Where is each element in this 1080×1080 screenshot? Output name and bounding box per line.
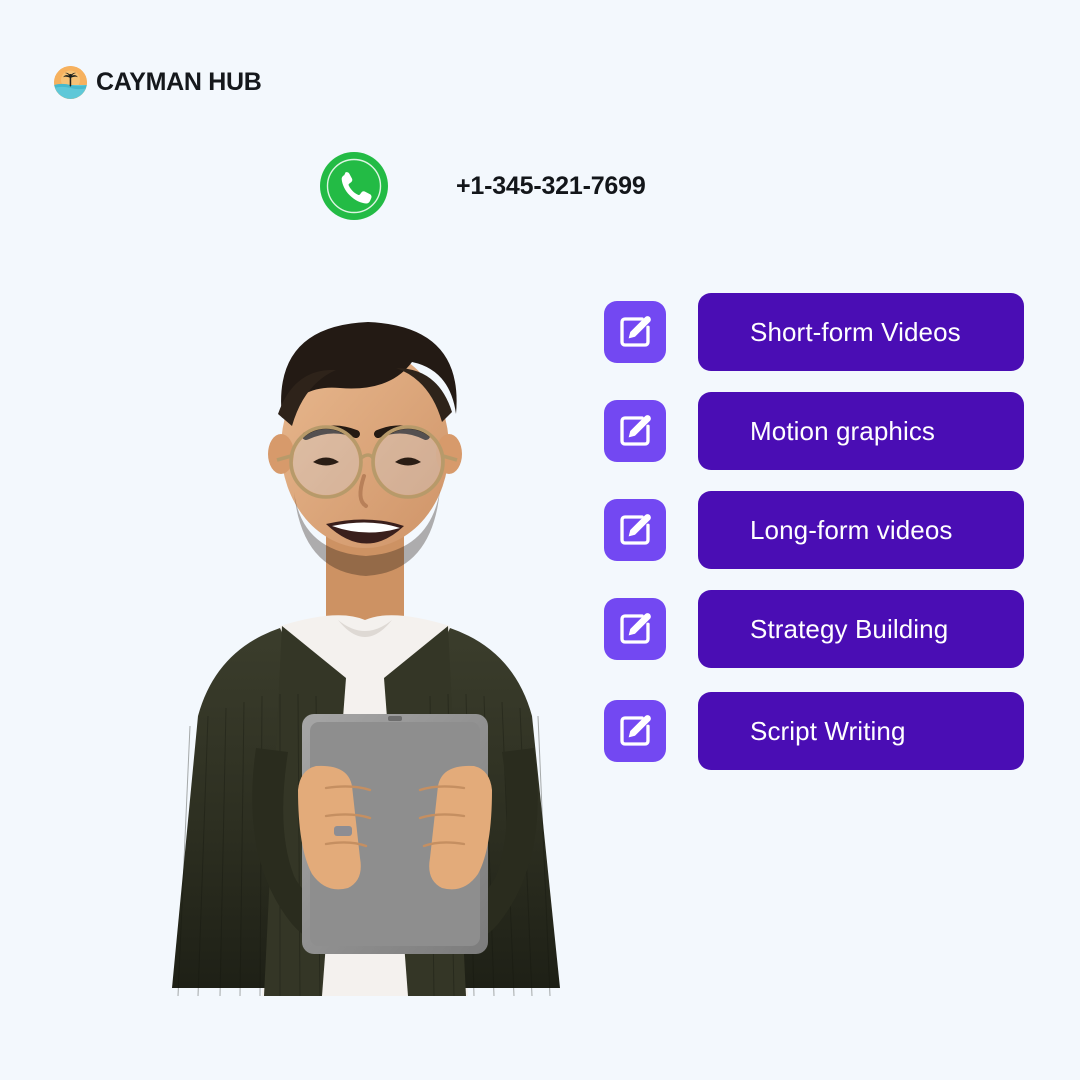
services-list: Short-form Videos Motion graphics Long-f… <box>604 293 1024 791</box>
edit-pencil-square-icon[interactable] <box>604 301 666 363</box>
brand-name-text: CAYMAN HUB <box>96 68 262 96</box>
beach-palm-sunset-circle-icon <box>54 66 87 99</box>
service-row[interactable]: Long-form videos <box>604 491 1024 569</box>
edit-pencil-square-icon[interactable] <box>604 400 666 462</box>
service-pill[interactable]: Short-form Videos <box>698 293 1024 371</box>
service-row[interactable]: Motion graphics <box>604 392 1024 470</box>
edit-pencil-square-icon[interactable] <box>604 499 666 561</box>
poster-canvas: CAYMAN HUB +1-345-321-7699 Short-form Vi… <box>0 0 1080 1080</box>
contact-row[interactable]: +1-345-321-7699 <box>320 152 646 220</box>
service-label: Short-form Videos <box>750 317 961 347</box>
phone-number-text[interactable]: +1-345-321-7699 <box>456 172 646 201</box>
phone-handset-icon[interactable] <box>320 152 388 220</box>
service-row[interactable]: Script Writing <box>604 692 1024 770</box>
edit-pencil-square-icon[interactable] <box>604 700 666 762</box>
service-pill[interactable]: Motion graphics <box>698 392 1024 470</box>
service-label: Long-form videos <box>750 515 953 545</box>
edit-pencil-square-icon[interactable] <box>604 598 666 660</box>
brand-logo[interactable]: CAYMAN HUB <box>54 66 262 99</box>
hero-portrait-photo <box>130 296 660 996</box>
service-pill[interactable]: Strategy Building <box>698 590 1024 668</box>
service-label: Motion graphics <box>750 416 936 446</box>
service-row[interactable]: Short-form Videos <box>604 293 1024 371</box>
service-label: Strategy Building <box>750 614 949 644</box>
service-pill[interactable]: Long-form videos <box>698 491 1024 569</box>
service-pill[interactable]: Script Writing <box>698 692 1024 770</box>
service-label: Script Writing <box>750 716 906 746</box>
service-row[interactable]: Strategy Building <box>604 590 1024 668</box>
